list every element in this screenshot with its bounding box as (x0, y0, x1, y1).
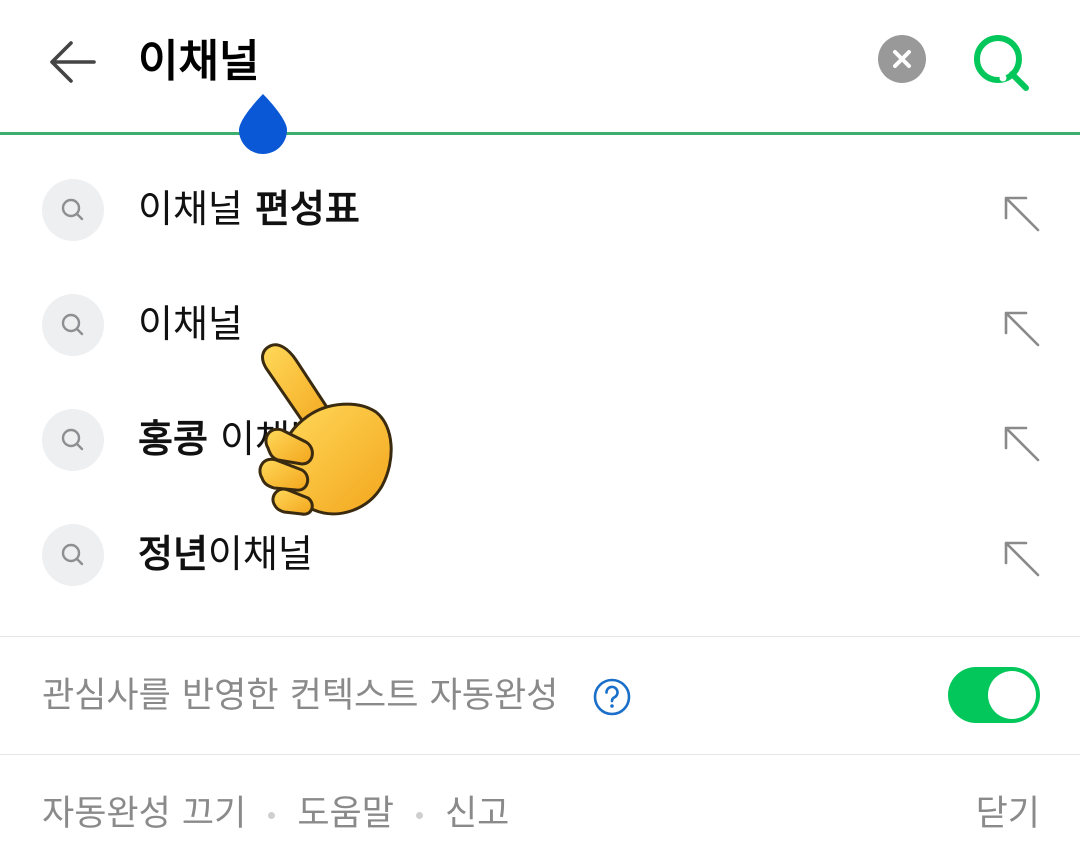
suggestion-highlight: 편성표 (254, 187, 360, 231)
search-icon[interactable] (966, 26, 1038, 98)
close-button[interactable]: 닫기 (976, 787, 1040, 841)
report-link[interactable]: 신고 (445, 794, 509, 834)
context-autocomplete-toggle[interactable] (948, 667, 1040, 723)
suggestion-text: 이채널 (138, 297, 243, 351)
separator-dot (415, 811, 423, 819)
suggestion-highlight: 홍콩 (138, 417, 208, 461)
search-input[interactable]: 이채널 (138, 32, 259, 92)
suggestion-search-icon-badge (42, 179, 104, 241)
footer-links: 자동완성 끄기 도움말 신고 (42, 787, 509, 841)
separator-dot (268, 811, 276, 819)
text-cursor-handle-icon[interactable] (235, 92, 291, 156)
suggestion-fragment: 이채널 (138, 302, 243, 346)
footer: 자동완성 끄기 도움말 신고 닫기 (0, 755, 1080, 859)
pointing-hand-icon (258, 343, 393, 516)
search-icon (61, 543, 84, 566)
suggestion-highlight: 정년 (138, 532, 208, 576)
clear-button[interactable] (878, 35, 926, 83)
search-icon (61, 428, 84, 451)
arrow-up-left-icon[interactable] (998, 420, 1044, 466)
search-icon (61, 313, 84, 336)
context-autocomplete-row: 관심사를 반영한 컨텍스트 자동완성 (0, 637, 1080, 754)
clear-icon (893, 50, 911, 68)
suggestion-list: 이채널 편성표이채널홍콩 이채널정년이채널 (0, 152, 1080, 612)
suggestion-text: 이채널 편성표 (138, 182, 360, 236)
suggestion-item[interactable]: 이채널 (0, 267, 1080, 382)
suggestion-text: 정년이채널 (138, 527, 313, 581)
disable-autocomplete-link[interactable]: 자동완성 끄기 (42, 794, 246, 834)
suggestion-search-icon-badge (42, 294, 104, 356)
suggestion-search-icon-badge (42, 409, 104, 471)
arrow-up-left-icon[interactable] (998, 535, 1044, 581)
autocomplete-screen: 이채널 이채널 편성표이채널홍콩 이채널정년이채널 관심사를 반영한 컨텍스트 … (0, 0, 1080, 859)
context-autocomplete-label: 관심사를 반영한 컨텍스트 자동완성 (42, 676, 559, 716)
suggestion-fragment: 이채널 (207, 532, 313, 576)
toggle-knob (988, 671, 1036, 719)
back-arrow-icon[interactable] (44, 34, 100, 90)
arrow-up-left-icon[interactable] (998, 305, 1044, 351)
suggestion-search-icon-badge (42, 524, 104, 586)
search-bar: 이채널 (0, 0, 1080, 154)
suggestion-item[interactable]: 홍콩 이채널 (0, 382, 1080, 497)
question-circle-icon[interactable] (592, 677, 632, 717)
suggestion-item[interactable]: 이채널 편성표 (0, 152, 1080, 267)
suggestion-fragment: 이채널 (138, 187, 255, 231)
suggestion-item[interactable]: 정년이채널 (0, 497, 1080, 612)
help-link[interactable]: 도움말 (297, 794, 394, 834)
arrow-up-left-icon[interactable] (998, 190, 1044, 236)
search-icon (61, 198, 84, 221)
